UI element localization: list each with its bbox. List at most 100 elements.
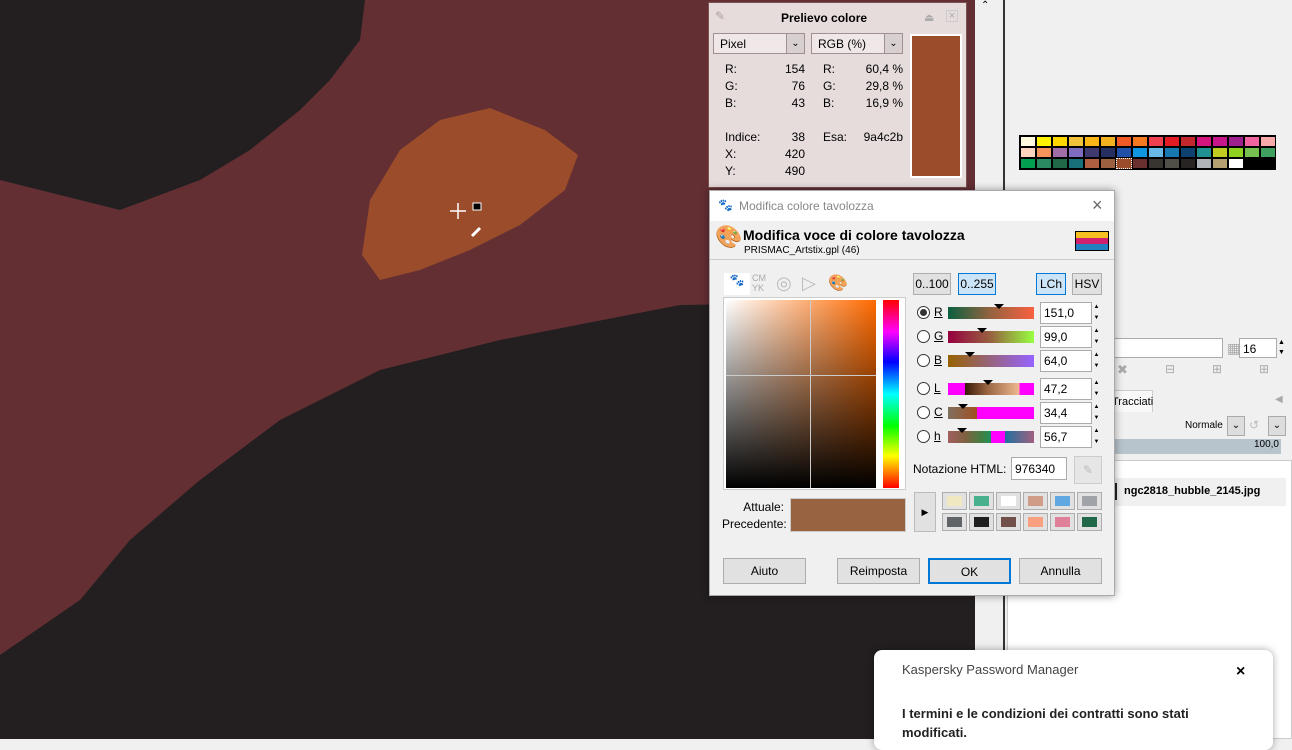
palette-swatch[interactable]: [1180, 147, 1196, 158]
palette-swatch[interactable]: [1132, 136, 1148, 147]
channel-spin[interactable]: ▲ ▼: [1092, 426, 1101, 448]
palette-swatch[interactable]: [1164, 136, 1180, 147]
channel-value-input[interactable]: 56,7: [1040, 426, 1092, 448]
channel-value-input[interactable]: 99,0: [1040, 326, 1092, 348]
channel-slider[interactable]: [948, 352, 1034, 367]
palette-swatch[interactable]: [1052, 147, 1068, 158]
hsv-button[interactable]: HSV: [1072, 273, 1102, 295]
palette-swatch[interactable]: [1100, 136, 1116, 147]
zoom-in-icon[interactable]: ⊞: [1212, 362, 1222, 376]
slider-marker[interactable]: [964, 352, 975, 357]
channel-slider[interactable]: [948, 428, 1034, 443]
layer-row[interactable]: ngc2818_hubble_2145.jpg: [1108, 478, 1286, 506]
palette-swatch[interactable]: [1148, 136, 1164, 147]
html-notation-input[interactable]: 976340: [1011, 457, 1067, 480]
palette-swatch[interactable]: [1036, 136, 1052, 147]
palette-swatch[interactable]: [1180, 158, 1196, 169]
palette-swatch[interactable]: [1164, 158, 1180, 169]
reset-button[interactable]: Reimposta: [837, 558, 920, 584]
palette-swatch[interactable]: [1244, 147, 1260, 158]
history-swatch[interactable]: [969, 492, 994, 510]
lch-button[interactable]: LCh: [1036, 273, 1066, 295]
channel-value-input[interactable]: 64,0: [1040, 350, 1092, 372]
palette-swatch[interactable]: [1052, 136, 1068, 147]
channel-slider[interactable]: [948, 380, 1034, 395]
palette-swatch[interactable]: [1196, 136, 1212, 147]
range-0-255-button[interactable]: 0..255: [958, 273, 996, 295]
palette-swatch[interactable]: [1212, 147, 1228, 158]
slider-marker[interactable]: [983, 380, 994, 385]
history-swatch[interactable]: [1077, 492, 1102, 510]
slider-marker[interactable]: [956, 428, 967, 433]
water-selector-tab[interactable]: ◎: [776, 273, 792, 294]
channel-spin[interactable]: ▲ ▼: [1092, 378, 1101, 400]
channel-radio[interactable]: [917, 330, 930, 343]
color-selector[interactable]: [723, 297, 906, 490]
channel-spin[interactable]: ▲ ▼: [1092, 350, 1101, 372]
columns-input[interactable]: 16: [1239, 338, 1277, 358]
scroll-up-icon[interactable]: ⌃: [981, 0, 989, 11]
eyedropper-button[interactable]: ✎: [1074, 456, 1102, 484]
palette-swatch[interactable]: [1244, 158, 1260, 169]
delete-icon[interactable]: ✖: [1117, 362, 1128, 378]
cmyk-selector-tab[interactable]: CM YK: [752, 273, 766, 293]
layer-mode[interactable]: Normale: [1185, 420, 1223, 431]
channel-radio[interactable]: [917, 306, 930, 319]
palette-swatch[interactable]: [1196, 147, 1212, 158]
palette-selector-tab[interactable]: 🎨: [828, 273, 848, 293]
palette-swatch[interactable]: [1228, 136, 1244, 147]
history-swatch[interactable]: [969, 513, 994, 531]
palette-swatch[interactable]: [1084, 158, 1100, 169]
palette-swatch[interactable]: [1244, 136, 1260, 147]
panel-menu-icon[interactable]: ◀: [1275, 394, 1283, 405]
palette-swatch[interactable]: [1196, 158, 1212, 169]
history-swatch[interactable]: [996, 513, 1021, 531]
palette-swatch[interactable]: [1036, 158, 1052, 169]
channel-slider[interactable]: [948, 404, 1034, 419]
detach-icon[interactable]: ⏏: [924, 11, 934, 24]
channel-slider[interactable]: [948, 328, 1034, 343]
palette-swatch[interactable]: [1148, 158, 1164, 169]
history-swatch[interactable]: [1050, 492, 1075, 510]
palette-swatch[interactable]: [1260, 136, 1276, 147]
palette-swatch[interactable]: [1212, 136, 1228, 147]
palette-swatch[interactable]: [1260, 158, 1276, 169]
help-button[interactable]: Aiuto: [723, 558, 806, 584]
channel-spin[interactable]: ▲ ▼: [1092, 402, 1101, 424]
channel-radio[interactable]: [917, 406, 930, 419]
palette-swatch[interactable]: [1132, 158, 1148, 169]
palette-swatch[interactable]: [1020, 147, 1036, 158]
ok-button[interactable]: OK: [928, 558, 1011, 584]
palette-swatch[interactable]: [1148, 147, 1164, 158]
columns-spin[interactable]: ▲ ▼: [1278, 338, 1285, 358]
palette-swatch[interactable]: [1020, 158, 1036, 169]
zoom-all-icon[interactable]: ⊞: [1259, 362, 1269, 376]
palette-swatch[interactable]: [1036, 147, 1052, 158]
hue-strip[interactable]: [883, 300, 899, 488]
palette-swatch[interactable]: [1212, 158, 1228, 169]
history-swatch[interactable]: [1023, 492, 1048, 510]
gimp-selector-tab[interactable]: 🐾: [724, 273, 750, 295]
wheel-selector-tab[interactable]: ▷: [802, 273, 816, 294]
sv-square[interactable]: [726, 300, 876, 488]
palette-swatch[interactable]: [1180, 136, 1196, 147]
palette-swatch[interactable]: [1260, 147, 1276, 158]
palette-swatch[interactable]: [1068, 147, 1084, 158]
pick-mode-select[interactable]: Pixel ⌄: [713, 33, 805, 54]
channel-radio[interactable]: [917, 430, 930, 443]
history-swatch[interactable]: [1077, 513, 1102, 531]
slider-marker[interactable]: [976, 328, 987, 333]
close-icon[interactable]: ×: [1236, 663, 1245, 681]
cancel-button[interactable]: Annulla: [1019, 558, 1102, 584]
close-icon[interactable]: ×: [1092, 195, 1103, 216]
history-swatch[interactable]: [996, 492, 1021, 510]
palette-swatch[interactable]: [1228, 158, 1244, 169]
palette-swatch[interactable]: [1164, 147, 1180, 158]
palette-swatch[interactable]: [1132, 147, 1148, 158]
slider-marker[interactable]: [993, 304, 1004, 309]
palette-swatch[interactable]: [1068, 158, 1084, 169]
close-icon[interactable]: ×: [946, 10, 958, 22]
palette-search-input[interactable]: [1107, 338, 1223, 358]
palette-swatch[interactable]: [1116, 136, 1132, 147]
channel-value-input[interactable]: 47,2: [1040, 378, 1092, 400]
